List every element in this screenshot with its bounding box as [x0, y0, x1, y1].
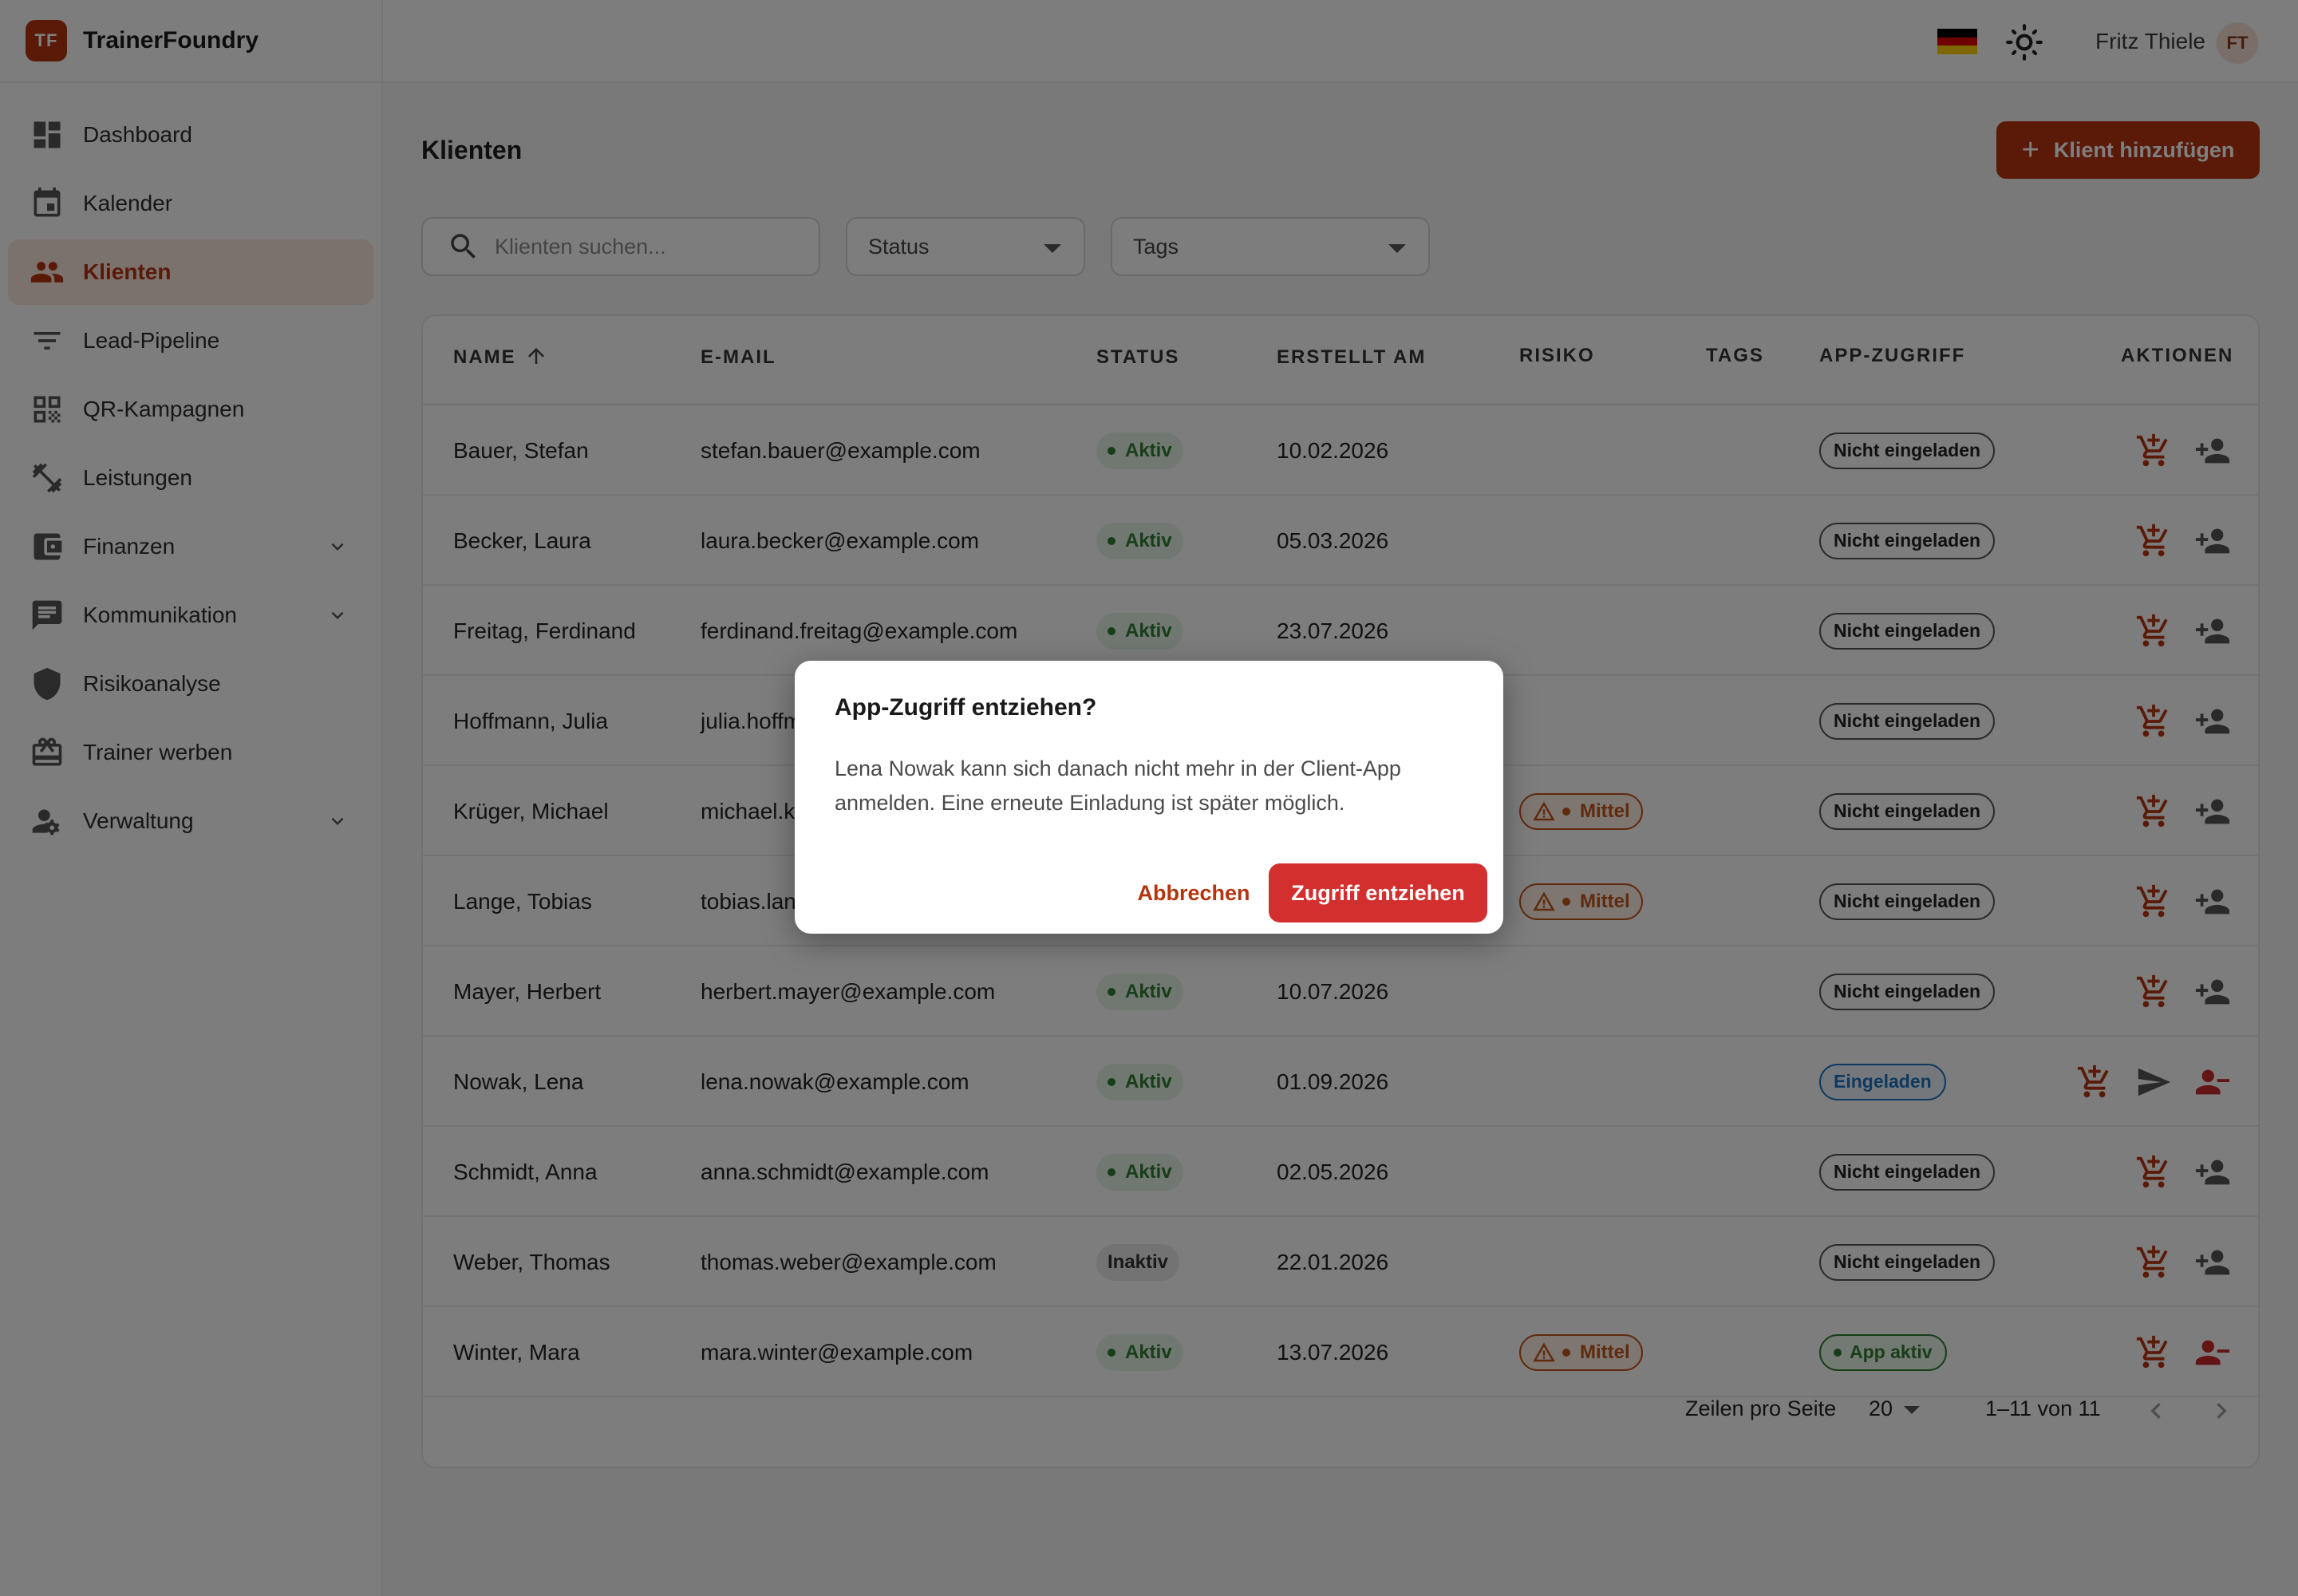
dialog-title: App-Zugriff entziehen? — [835, 694, 1097, 721]
revoke-access-button[interactable]: Zugriff entziehen — [1269, 863, 1487, 922]
dialog-text: Lena Nowak kann sich danach nicht mehr i… — [835, 757, 1401, 815]
cancel-button[interactable]: Abbrechen — [1122, 863, 1265, 922]
revoke-access-dialog: App-Zugriff entziehen? Lena Nowak kann s… — [795, 661, 1503, 934]
